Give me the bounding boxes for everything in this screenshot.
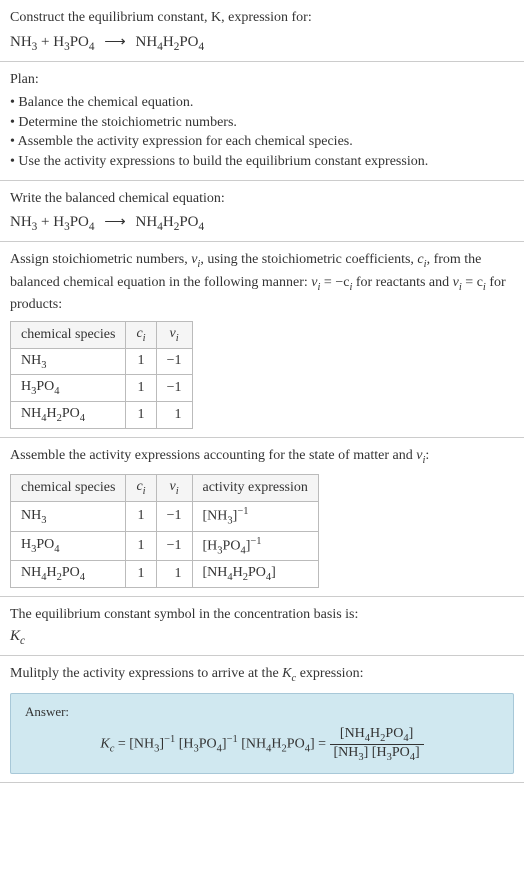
col-ci: ci [126,321,156,348]
table-row: NH4H2PO4 1 1 [NH4H2PO4] [11,561,319,588]
title-text: Construct the equilibrium constant, K, e… [10,10,312,25]
stoich-para: Assign stoichiometric numbers, νi, using… [10,250,514,315]
reaction-arrow-icon: ⟶ [104,32,126,51]
cell-vi: −1 [156,531,192,560]
table-row: NH4H2PO4 1 1 [11,402,193,429]
cell-species: NH3 [11,348,126,375]
reactant-1: NH3 [10,214,37,230]
cell-vi: −1 [156,502,192,531]
product-1: NH4H2PO4 [136,214,205,230]
plus-reactant-2: + H3PO4 [37,214,94,230]
activity-para: Assemble the activity expressions accoun… [10,446,514,468]
col-vi: νi [156,475,192,502]
reaction-equation: NH3 + H3PO4 ⟶ NH4H2PO4 [10,32,514,53]
cell-species: H3PO4 [11,375,126,402]
col-species: chemical species [11,475,126,502]
cell-species: H3PO4 [11,531,126,560]
cell-activity: [NH3]−1 [192,502,318,531]
plan-item: • Assemble the activity expression for e… [10,132,514,152]
cell-ci: 1 [126,561,156,588]
symbol-section: The equilibrium constant symbol in the c… [0,597,524,657]
multiply-section: Mulitply the activity expressions to arr… [0,656,524,782]
cell-ci: 1 [126,531,156,560]
plan-list: • Balance the chemical equation. • Deter… [10,93,514,171]
plan-title: Plan: [10,70,514,90]
denominator: [NH3] [H3PO4] [330,745,424,763]
table-row: NH3 1 −1 [11,348,193,375]
plus-reactant-2: + H3PO4 [37,34,94,50]
cell-vi: −1 [156,348,192,375]
col-vi: νi [156,321,192,348]
activity-table: chemical species ci νi activity expressi… [10,474,319,588]
balanced-title: Write the balanced chemical equation: [10,189,514,209]
reactant-1: NH3 [10,34,37,50]
multiply-para: Mulitply the activity expressions to arr… [10,664,514,686]
symbol-var: Kc [10,628,514,647]
cell-ci: 1 [126,502,156,531]
balanced-section: Write the balanced chemical equation: NH… [0,181,524,243]
table-header-row: chemical species ci νi activity expressi… [11,475,319,502]
stoich-table: chemical species ci νi NH3 1 −1 H3PO4 1 … [10,321,193,429]
cell-ci: 1 [126,348,156,375]
plan-item: • Determine the stoichiometric numbers. [10,113,514,133]
cell-vi: −1 [156,375,192,402]
table-row: NH3 1 −1 [NH3]−1 [11,502,319,531]
table-row: H3PO4 1 −1 [H3PO4]−1 [11,531,319,560]
prompt-text: Construct the equilibrium constant, K, e… [10,8,514,28]
cell-activity: [NH4H2PO4] [192,561,318,588]
col-species: chemical species [11,321,126,348]
answer-box: Answer: Kc = [NH3]−1 [H3PO4]−1 [NH4H2PO4… [10,693,514,774]
cell-ci: 1 [126,375,156,402]
cell-vi: 1 [156,561,192,588]
answer-equation: Kc = [NH3]−1 [H3PO4]−1 [NH4H2PO4] = [NH4… [25,726,499,763]
header-section: Construct the equilibrium constant, K, e… [0,0,524,62]
balanced-equation: NH3 + H3PO4 ⟶ NH4H2PO4 [10,212,514,233]
cell-ci: 1 [126,402,156,429]
product-1: NH4H2PO4 [136,34,205,50]
symbol-para: The equilibrium constant symbol in the c… [10,605,514,625]
cell-activity: [H3PO4]−1 [192,531,318,560]
cell-species: NH4H2PO4 [11,561,126,588]
reaction-arrow-icon: ⟶ [104,212,126,231]
col-ci: ci [126,475,156,502]
plan-item: • Balance the chemical equation. [10,93,514,113]
numerator: [NH4H2PO4] [330,726,424,745]
cell-vi: 1 [156,402,192,429]
plan-section: Plan: • Balance the chemical equation. •… [0,62,524,181]
table-header-row: chemical species ci νi [11,321,193,348]
col-activity: activity expression [192,475,318,502]
activity-section: Assemble the activity expressions accoun… [0,438,524,597]
cell-species: NH3 [11,502,126,531]
fraction: [NH4H2PO4][NH3] [H3PO4] [330,726,424,763]
cell-species: NH4H2PO4 [11,402,126,429]
answer-label: Answer: [25,704,499,720]
plan-item: • Use the activity expressions to build … [10,152,514,172]
table-row: H3PO4 1 −1 [11,375,193,402]
stoich-section: Assign stoichiometric numbers, νi, using… [0,242,524,438]
